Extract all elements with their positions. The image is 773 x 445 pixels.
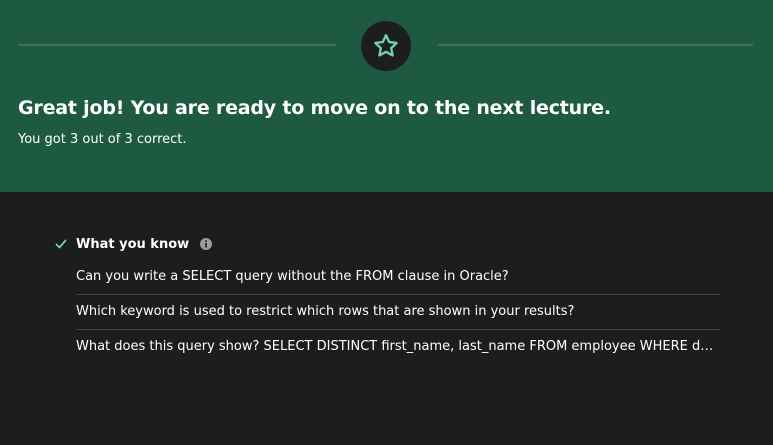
question-item: Can you write a SELECT query without the… [76,260,720,295]
result-title: Great job! You are ready to move on to t… [18,97,611,119]
star-badge [361,21,411,71]
question-list: Can you write a SELECT query without the… [76,260,720,364]
star-icon [374,34,398,57]
results-banner: Great job! You are ready to move on to t… [0,0,773,192]
divider-left [18,44,336,46]
question-item: What does this query show? SELECT DISTIN… [76,339,720,354]
divider-right [438,44,753,46]
result-score: You got 3 out of 3 correct. [18,132,187,147]
info-icon[interactable] [199,237,213,251]
section-title: What you know [76,236,190,252]
what-you-know-header: What you know [54,234,213,254]
check-icon [54,237,68,251]
question-item: Which keyword is used to restrict which … [76,295,720,330]
